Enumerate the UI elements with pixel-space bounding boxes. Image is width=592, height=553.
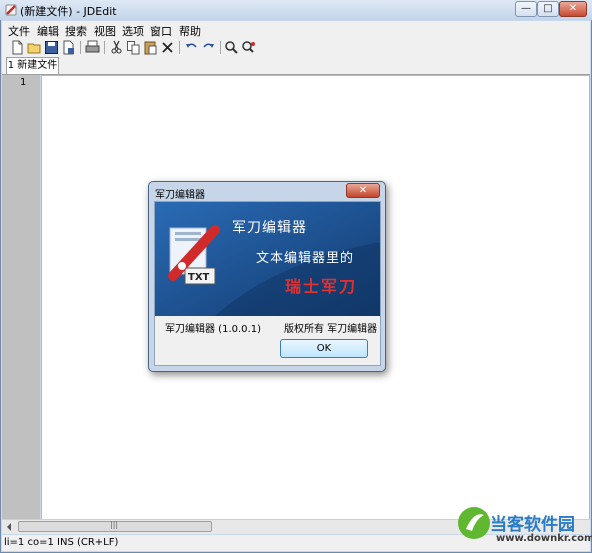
cut-icon[interactable]	[109, 40, 124, 55]
banner-line-3: 瑞士军刀	[285, 277, 358, 296]
scrollbar-grip: |||	[110, 520, 119, 529]
menu-window[interactable]: 窗口	[150, 23, 172, 39]
line-number: 1	[20, 77, 27, 88]
app-icon	[5, 4, 17, 16]
toolbar-separator	[220, 41, 221, 54]
dialog-close-button[interactable]: ✕	[346, 183, 380, 198]
banner-line-1: 军刀编辑器	[232, 220, 307, 236]
scroll-left-arrow-icon[interactable]	[4, 522, 14, 532]
watermark-url: www.downkr.com	[496, 533, 592, 544]
menu-view[interactable]: 视图	[94, 23, 116, 39]
maximize-button[interactable]: □	[537, 1, 559, 17]
menu-edit[interactable]: 编辑	[37, 23, 59, 39]
dialog-title: 军刀编辑器	[155, 190, 205, 201]
print-icon[interactable]	[85, 40, 100, 55]
banner-line-2: 文本编辑器里的	[256, 251, 355, 266]
menu-help[interactable]: 帮助	[179, 23, 201, 39]
replace-icon[interactable]	[241, 40, 256, 55]
save-icon[interactable]	[44, 40, 59, 55]
menu-file[interactable]: 文件	[8, 23, 30, 39]
save-as-icon[interactable]	[61, 40, 76, 55]
toolbar-separator	[179, 41, 180, 54]
undo-icon[interactable]	[184, 40, 199, 55]
toolbar-separator	[80, 41, 81, 54]
menu-options[interactable]: 选项	[122, 23, 144, 39]
new-file-icon[interactable]	[10, 40, 25, 55]
watermark-name: 当客软件园	[490, 515, 575, 535]
copyright-text: 版权所有 军刀编辑器	[284, 324, 378, 335]
menu-bar	[2, 21, 590, 38]
minimize-button[interactable]: —	[515, 1, 537, 17]
window-title: (新建文件) - JDEdit	[20, 5, 117, 18]
tab-strip	[2, 56, 590, 75]
open-folder-icon[interactable]	[27, 40, 42, 55]
status-text: li=1 co=1 INS (CR+LF)	[4, 537, 119, 548]
tab-new-file[interactable]: 1 新建文件	[6, 57, 59, 74]
ok-button[interactable]: OK	[280, 339, 368, 358]
line-number-gutter	[2, 75, 40, 520]
close-button[interactable]: ✕	[559, 1, 587, 17]
copy-icon[interactable]	[126, 40, 141, 55]
redo-icon[interactable]	[201, 40, 216, 55]
menu-search[interactable]: 搜索	[65, 23, 87, 39]
delete-icon[interactable]	[160, 40, 175, 55]
banner-badge: TXT	[188, 272, 210, 283]
app-name-version: 军刀编辑器 (1.0.0.1)	[165, 324, 261, 335]
find-icon[interactable]	[224, 40, 239, 55]
paste-icon[interactable]	[143, 40, 158, 55]
watermark-logo-icon	[458, 507, 490, 539]
toolbar-separator	[104, 41, 105, 54]
